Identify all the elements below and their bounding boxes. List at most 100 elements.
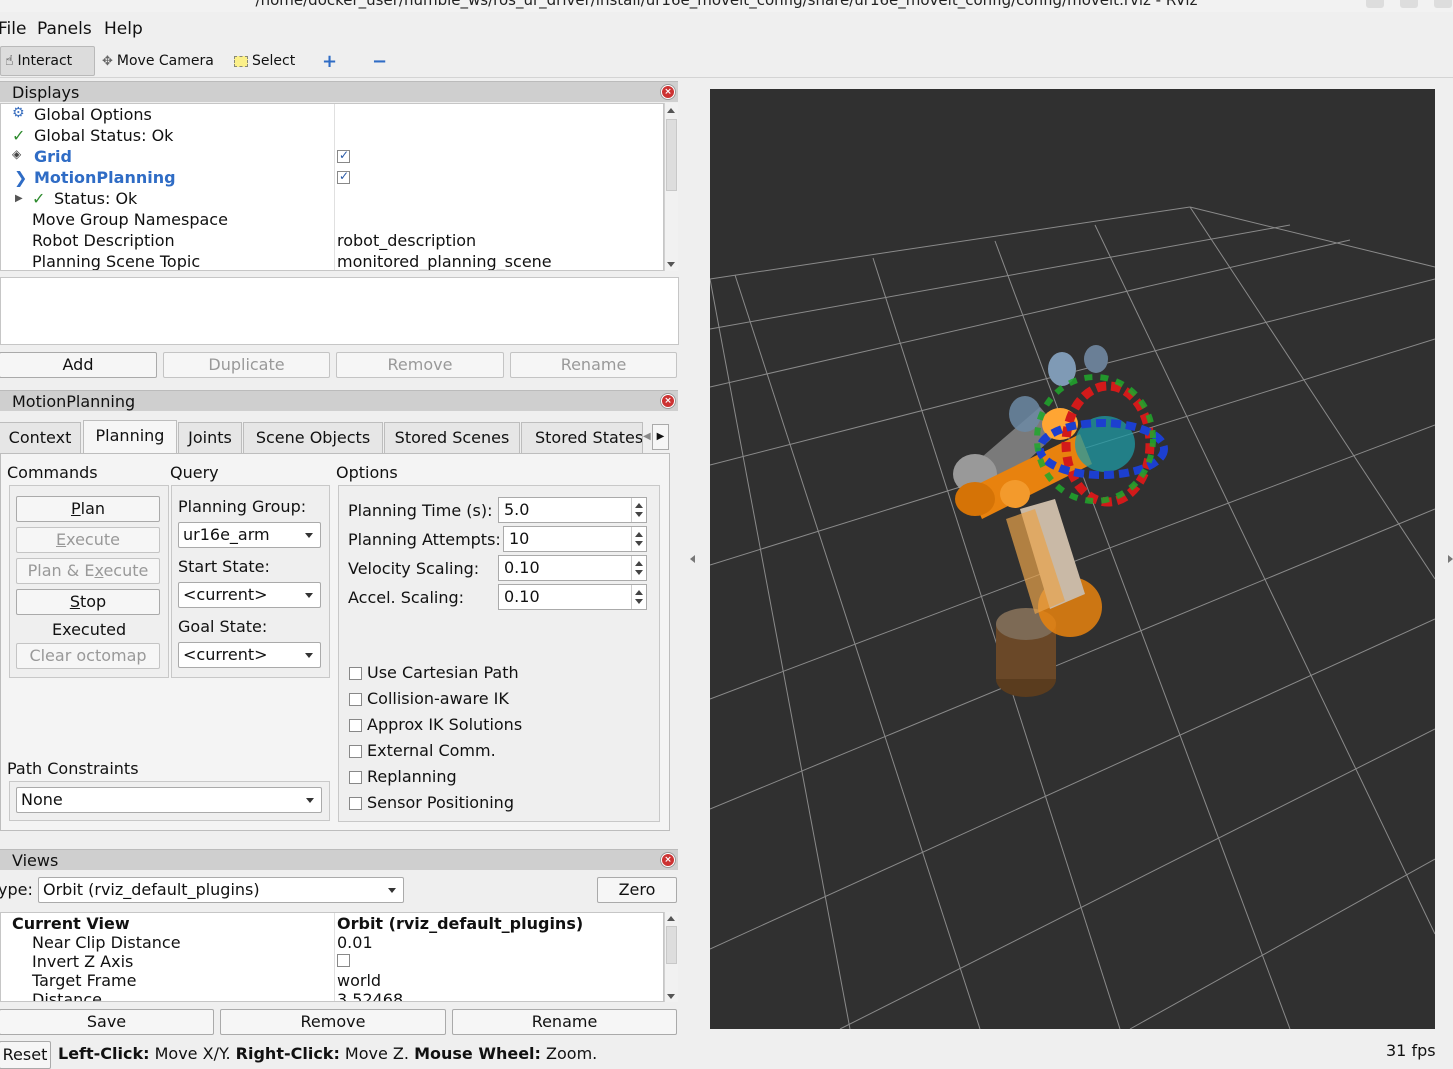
- maximize-button[interactable]: [1400, 0, 1418, 8]
- menu-file[interactable]: File: [0, 19, 26, 39]
- row-value[interactable]: 3.52468: [337, 990, 403, 1001]
- tree-row-current-view[interactable]: Current View Orbit (rviz_default_plugins…: [1, 913, 663, 933]
- scroll-up-icon[interactable]: [667, 916, 675, 921]
- view-type-select[interactable]: Orbit (rviz_default_plugins): [38, 877, 404, 903]
- close-displays-icon[interactable]: ×: [661, 85, 675, 99]
- views-scrollbar[interactable]: [664, 912, 678, 1002]
- menu-help[interactable]: Help: [104, 19, 143, 39]
- start-state-select[interactable]: <current>: [178, 582, 321, 608]
- add-display-button[interactable]: Add: [0, 352, 157, 378]
- menu-panels[interactable]: Panels: [37, 19, 92, 39]
- plan-and-execute-button[interactable]: Plan & Execute: [16, 558, 160, 584]
- expand-arrow-icon[interactable]: ▶: [15, 193, 23, 204]
- rename-view-button[interactable]: Rename: [452, 1009, 677, 1035]
- velocity-scaling-spinbox[interactable]: 0.10: [498, 555, 647, 581]
- sensor-positioning-label[interactable]: Sensor Positioning: [367, 793, 514, 812]
- tab-stored-states[interactable]: Stored States: [521, 422, 643, 453]
- planning-group-select[interactable]: ur16e_arm: [178, 522, 321, 548]
- replanning-checkbox[interactable]: [349, 771, 362, 784]
- stop-button[interactable]: Stop: [16, 589, 160, 615]
- tree-row-status[interactable]: ▶ ✓ Status: Ok: [1, 188, 663, 209]
- scroll-up-icon[interactable]: [667, 108, 675, 113]
- decrement-icon[interactable]: [635, 541, 643, 546]
- external-comm-label[interactable]: External Comm.: [367, 741, 496, 760]
- invert-z-checkbox[interactable]: [337, 954, 350, 967]
- decrement-icon[interactable]: [635, 512, 643, 517]
- tree-row-global-status[interactable]: ✓ Global Status: Ok: [1, 125, 663, 146]
- tree-row-distance[interactable]: Distance 3.52468: [1, 989, 663, 1001]
- approx-ik-label[interactable]: Approx IK Solutions: [367, 715, 522, 734]
- tab-planning[interactable]: Planning: [83, 420, 177, 453]
- tab-joints[interactable]: Joints: [178, 422, 242, 453]
- scroll-thumb[interactable]: [666, 119, 677, 191]
- minimize-button[interactable]: [1366, 0, 1384, 8]
- increment-icon[interactable]: [635, 532, 643, 537]
- save-view-button[interactable]: Save: [0, 1009, 214, 1035]
- render-3d-viewport[interactable]: [710, 89, 1435, 1029]
- tree-row-move-group-namespace[interactable]: Move Group Namespace: [1, 209, 663, 230]
- row-value[interactable]: robot_description: [337, 231, 476, 250]
- add-tool-button[interactable]: +: [318, 46, 341, 76]
- scroll-down-icon[interactable]: [667, 262, 675, 267]
- zero-view-button[interactable]: Zero: [597, 877, 677, 903]
- row-value[interactable]: 0.01: [337, 933, 373, 952]
- clear-octomap-button[interactable]: Clear octomap: [16, 643, 160, 669]
- replanning-label[interactable]: Replanning: [367, 767, 457, 786]
- execute-button[interactable]: Execute: [16, 527, 160, 553]
- increment-icon[interactable]: [635, 590, 643, 595]
- remove-tool-button[interactable]: −: [368, 46, 391, 76]
- accel-scaling-spinbox[interactable]: 0.10: [498, 584, 647, 610]
- plan-button[interactable]: Plan: [16, 496, 160, 522]
- planning-time-spinbox[interactable]: 5.0: [498, 497, 647, 523]
- tab-scroll-right-icon[interactable]: ▶: [652, 424, 669, 450]
- approx-ik-checkbox[interactable]: [349, 719, 362, 732]
- collision-aware-ik-checkbox[interactable]: [349, 693, 362, 706]
- move-camera-tool[interactable]: ✥ Move Camera: [98, 46, 218, 76]
- tree-row-robot-description[interactable]: Robot Description robot_description: [1, 230, 663, 251]
- use-cartesian-path-label[interactable]: Use Cartesian Path: [367, 663, 519, 682]
- tree-row-global-options[interactable]: ⚙ Global Options: [1, 104, 663, 125]
- close-views-icon[interactable]: ×: [661, 853, 675, 867]
- tab-scene-objects[interactable]: Scene Objects: [243, 422, 383, 453]
- select-tool[interactable]: Select: [230, 46, 299, 76]
- row-value[interactable]: world: [337, 971, 381, 990]
- use-cartesian-path-checkbox[interactable]: [349, 667, 362, 680]
- planning-attempts-spinbox[interactable]: 10: [503, 526, 647, 552]
- row-label: Invert Z Axis: [32, 952, 134, 971]
- collapse-right-icon[interactable]: [1448, 555, 1453, 563]
- tree-row-invert-z[interactable]: Invert Z Axis: [1, 951, 663, 971]
- remove-view-button[interactable]: Remove: [220, 1009, 446, 1035]
- goal-state-select[interactable]: <current>: [178, 642, 321, 668]
- close-window-button[interactable]: [1434, 0, 1452, 8]
- grid-enabled-checkbox[interactable]: [337, 148, 350, 163]
- duplicate-display-button[interactable]: Duplicate: [163, 352, 330, 378]
- increment-icon[interactable]: [635, 503, 643, 508]
- scroll-thumb[interactable]: [666, 926, 677, 964]
- sensor-positioning-checkbox[interactable]: [349, 797, 362, 810]
- collision-aware-ik-label[interactable]: Collision-aware IK: [367, 689, 509, 708]
- motionplanning-enabled-checkbox[interactable]: [337, 169, 350, 184]
- collapse-left-icon[interactable]: [690, 555, 695, 563]
- external-comm-checkbox[interactable]: [349, 745, 362, 758]
- tree-row-planning-scene-topic[interactable]: Planning Scene Topic monitored_planning_…: [1, 251, 663, 270]
- chevron-down-icon: [305, 593, 313, 598]
- decrement-icon[interactable]: [635, 570, 643, 575]
- tree-row-motionplanning[interactable]: ❯ MotionPlanning: [1, 167, 663, 188]
- tree-row-target-frame[interactable]: Target Frame world: [1, 970, 663, 990]
- increment-icon[interactable]: [635, 561, 643, 566]
- tree-row-grid[interactable]: ◈ Grid: [1, 146, 663, 167]
- close-motionplanning-icon[interactable]: ×: [661, 394, 675, 408]
- decrement-icon[interactable]: [635, 599, 643, 604]
- path-constraints-select[interactable]: None: [16, 787, 322, 813]
- remove-display-button[interactable]: Remove: [336, 352, 504, 378]
- tree-row-near-clip[interactable]: Near Clip Distance 0.01: [1, 932, 663, 952]
- reset-button[interactable]: Reset: [0, 1041, 51, 1069]
- interact-tool[interactable]: ☝ Interact: [0, 46, 95, 76]
- tab-stored-scenes[interactable]: Stored Scenes: [384, 422, 520, 453]
- scroll-down-icon[interactable]: [667, 994, 675, 999]
- displays-scrollbar[interactable]: [664, 103, 678, 271]
- tab-context[interactable]: Context: [0, 422, 81, 453]
- hint-key: Left-Click:: [58, 1044, 150, 1063]
- rename-display-button[interactable]: Rename: [510, 352, 677, 378]
- row-value[interactable]: monitored_planning_scene: [337, 252, 552, 270]
